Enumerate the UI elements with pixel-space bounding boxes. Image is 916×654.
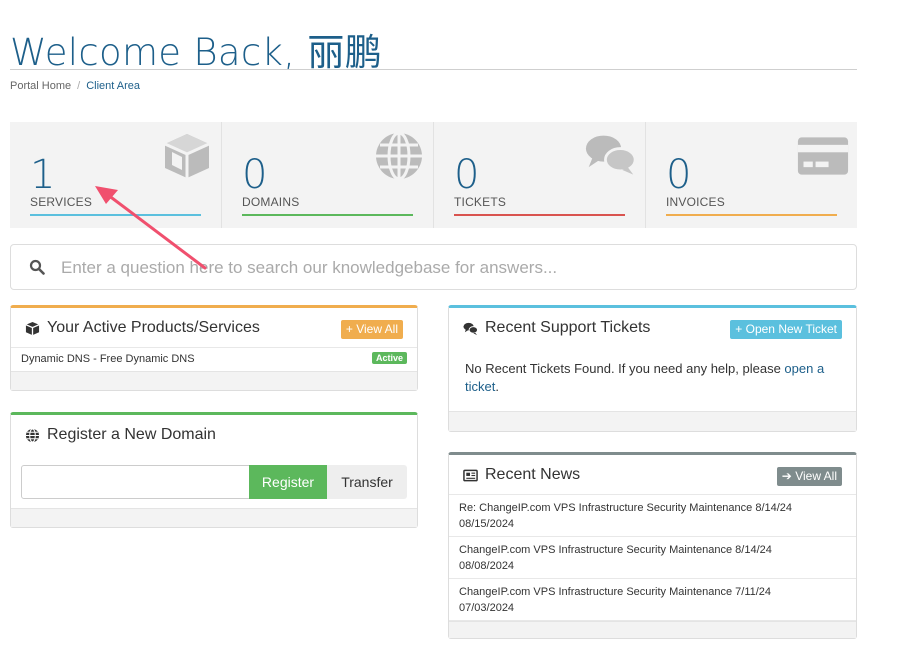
globe-icon xyxy=(25,428,40,443)
tickets-count: 0 xyxy=(454,152,480,198)
services-count: 1 xyxy=(30,152,56,198)
tile-services[interactable]: 1 SERVICES xyxy=(10,122,222,228)
domain-panel-title: Register a New Domain xyxy=(47,426,216,443)
open-new-ticket-label: Open New Ticket xyxy=(745,322,837,336)
newspaper-icon xyxy=(463,469,478,482)
news-panel-footer xyxy=(449,621,856,638)
tickets-message-text: No Recent Tickets Found. If you need any… xyxy=(465,361,785,376)
tickets-bar xyxy=(454,214,625,216)
title-divider xyxy=(10,69,857,70)
page-title: Welcome Back, 丽鹏 xyxy=(10,31,382,74)
product-name: Dynamic DNS - Free Dynamic DNS xyxy=(21,353,195,365)
breadcrumb: Portal Home / Client Area xyxy=(10,80,140,92)
invoices-bar xyxy=(666,214,837,216)
tickets-message: No Recent Tickets Found. If you need any… xyxy=(465,360,836,396)
breadcrumb-home[interactable]: Portal Home xyxy=(10,80,71,92)
domain-panel-header: Register a New Domain xyxy=(11,415,417,455)
invoices-label: INVOICES xyxy=(666,195,725,209)
tile-domains[interactable]: 0 DOMAINS xyxy=(222,122,434,228)
cube-icon xyxy=(164,134,210,178)
arrow-right-icon: ➔ xyxy=(781,469,792,483)
products-view-all-button[interactable]: + View All xyxy=(340,320,403,339)
credit-card-icon xyxy=(797,137,849,175)
news-item-date: 07/03/2024 xyxy=(459,602,515,614)
cube-icon xyxy=(25,321,40,336)
products-view-all-label: View All xyxy=(356,322,398,336)
products-panel-footer xyxy=(11,371,417,390)
product-row[interactable]: Dynamic DNS - Free Dynamic DNS Active xyxy=(11,348,417,372)
domain-input[interactable] xyxy=(21,465,250,499)
plus-icon: + xyxy=(735,322,743,336)
breadcrumb-separator: / xyxy=(77,80,81,92)
news-item-title: Re: ChangeIP.com VPS Infrastructure Secu… xyxy=(459,502,793,514)
news-panel: Recent News ➔ View All Re: ChangeIP.com … xyxy=(448,452,857,639)
status-badge: Active xyxy=(371,352,407,364)
news-item-date: 08/15/2024 xyxy=(459,518,515,530)
news-item[interactable]: ChangeIP.com VPS Infrastructure Security… xyxy=(449,537,856,579)
news-item[interactable]: Re: ChangeIP.com VPS Infrastructure Secu… xyxy=(449,495,856,537)
invoices-count: 0 xyxy=(666,152,692,198)
comments-icon xyxy=(463,322,478,336)
search-icon xyxy=(29,259,45,275)
products-panel-header: Your Active Products/Services + View All xyxy=(11,308,417,348)
domain-panel-footer xyxy=(11,508,417,527)
domains-count: 0 xyxy=(242,152,268,198)
register-button[interactable]: Register xyxy=(249,465,327,499)
news-item[interactable]: ChangeIP.com VPS Infrastructure Security… xyxy=(449,579,856,621)
services-label: SERVICES xyxy=(30,195,93,209)
knowledgebase-search xyxy=(10,244,857,290)
domain-search-form: Register Transfer xyxy=(21,465,407,499)
comments-icon xyxy=(585,135,637,175)
domains-label: DOMAINS xyxy=(242,195,300,209)
breadcrumb-current[interactable]: Client Area xyxy=(86,80,140,92)
domains-bar xyxy=(242,214,413,216)
tickets-label: TICKETS xyxy=(454,195,507,209)
news-item-title: ChangeIP.com VPS Infrastructure Security… xyxy=(459,586,772,598)
transfer-button[interactable]: Transfer xyxy=(327,465,407,499)
tickets-panel-footer xyxy=(449,411,856,431)
products-panel: Your Active Products/Services + View All… xyxy=(10,305,418,391)
news-panel-title: Recent News xyxy=(485,466,581,483)
news-view-all-label: View All xyxy=(795,469,837,483)
tickets-message-end: . xyxy=(495,379,499,394)
tile-invoices[interactable]: 0 INVOICES xyxy=(646,122,857,228)
tickets-panel: Recent Support Tickets + Open New Ticket… xyxy=(448,305,857,432)
news-view-all-button[interactable]: ➔ View All xyxy=(776,467,842,486)
news-item-title: ChangeIP.com VPS Infrastructure Security… xyxy=(459,544,772,556)
tickets-panel-header: Recent Support Tickets + Open New Ticket xyxy=(449,308,856,348)
tickets-panel-title: Recent Support Tickets xyxy=(485,319,651,336)
open-new-ticket-button[interactable]: + Open New Ticket xyxy=(730,320,842,339)
products-panel-title: Your Active Products/Services xyxy=(47,319,260,336)
search-input[interactable] xyxy=(61,253,841,283)
globe-icon xyxy=(376,131,422,181)
domain-panel: Register a New Domain Register Transfer xyxy=(10,412,418,528)
plus-icon: + xyxy=(345,322,353,336)
news-panel-header: Recent News ➔ View All xyxy=(449,455,856,495)
stat-tiles: 1 SERVICES 0 DOMAINS 0 TICKETS 0 INVOICE… xyxy=(10,122,857,228)
tile-tickets[interactable]: 0 TICKETS xyxy=(434,122,646,228)
news-item-date: 08/08/2024 xyxy=(459,560,515,572)
services-bar xyxy=(30,214,201,216)
